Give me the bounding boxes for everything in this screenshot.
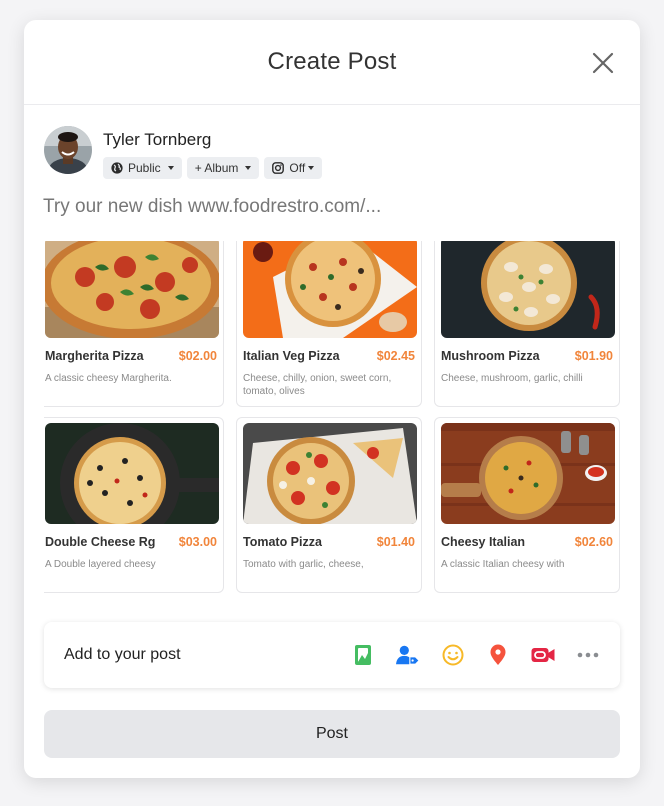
globe-icon	[111, 162, 123, 174]
menu-card[interactable]: Tomato Pizza $01.40 Tomato with garlic, …	[236, 417, 422, 593]
album-label: + Album	[194, 161, 239, 175]
album-selector[interactable]: + Album	[186, 157, 260, 179]
chevron-down-icon	[245, 166, 252, 170]
author-name: Tyler Tornberg	[103, 130, 212, 149]
menu-item-description: A classic cheesy Margherita.	[45, 373, 172, 384]
menu-card[interactable]: Double Cheese Rg $03.00 A Double layered…	[44, 417, 224, 593]
menu-preview[interactable]: Margherita Pizza $02.00 A classic cheesy…	[44, 241, 620, 598]
add-to-post-label: Add to your post	[64, 646, 181, 663]
feeling-icon[interactable]	[441, 643, 465, 667]
instagram-toggle[interactable]: Off	[264, 157, 323, 179]
italian-veg-pizza-image	[243, 241, 417, 338]
post-author: Tyler Tornberg Public + Album Off	[44, 126, 327, 179]
menu-item-name: Italian Veg Pizza	[243, 349, 340, 363]
menu-card[interactable]: Cheesy Italian $02.60 A classic Italian …	[434, 417, 620, 593]
menu-item-name: Tomato Pizza	[243, 535, 322, 549]
avatar	[44, 126, 92, 174]
margherita-pizza-image	[45, 241, 219, 338]
photo-icon[interactable]	[351, 643, 375, 667]
live-video-icon[interactable]	[531, 643, 555, 667]
instagram-label: Off	[289, 161, 306, 175]
tag-people-icon[interactable]	[396, 643, 420, 667]
menu-item-name: Margherita Pizza	[45, 349, 144, 363]
menu-item-price: $02.60	[574, 535, 613, 549]
tomato-pizza-image	[243, 423, 417, 524]
menu-item-description: A classic Italian cheesy with	[441, 559, 565, 570]
add-to-post-bar: Add to your post	[44, 622, 620, 688]
menu-item-price: $03.00	[178, 535, 217, 549]
chevron-down-icon	[167, 166, 174, 170]
menu-item-description: Cheese, chilly, onion, sweet corn, tomat…	[243, 373, 392, 397]
close-icon[interactable]	[592, 52, 614, 74]
post-text-input[interactable]: Try our new dish www.foodrestro.com/...	[43, 196, 381, 218]
menu-card[interactable]: Margherita Pizza $02.00 A classic cheesy…	[44, 241, 224, 407]
post-button[interactable]: Post	[44, 710, 620, 758]
instagram-icon	[272, 162, 285, 174]
audience-label: Public	[128, 161, 161, 175]
double-cheese-pizza-image	[45, 423, 219, 524]
more-icon[interactable]	[576, 643, 600, 667]
menu-card[interactable]: Mushroom Pizza $01.90 Cheese, mushroom, …	[434, 241, 620, 407]
menu-item-price: $01.40	[376, 535, 415, 549]
menu-item-price: $01.90	[574, 349, 613, 363]
location-icon[interactable]	[486, 643, 510, 667]
menu-item-description: A Double layered cheesy	[45, 559, 156, 570]
menu-item-price: $02.45	[376, 349, 415, 363]
mushroom-pizza-image	[441, 241, 615, 338]
create-post-modal: Create Post Tyler Tornberg Public + Albu…	[24, 20, 640, 778]
menu-item-name: Cheesy Italian	[441, 535, 526, 549]
audience-selector[interactable]: Public	[103, 157, 182, 179]
cheesy-italian-pizza-image	[441, 423, 615, 524]
menu-item-description: Tomato with garlic, cheese,	[243, 559, 364, 570]
chevron-down-icon	[308, 166, 315, 170]
menu-card[interactable]: Italian Veg Pizza $02.45 Cheese, chilly,…	[236, 241, 422, 407]
menu-item-name: Double Cheese Rg	[45, 535, 156, 549]
menu-item-price: $02.00	[178, 349, 217, 363]
modal-header: Create Post	[24, 20, 640, 105]
menu-item-description: Cheese, mushroom, garlic, chilli	[441, 373, 583, 384]
menu-item-name: Mushroom Pizza	[441, 349, 540, 363]
modal-title: Create Post	[267, 48, 397, 75]
